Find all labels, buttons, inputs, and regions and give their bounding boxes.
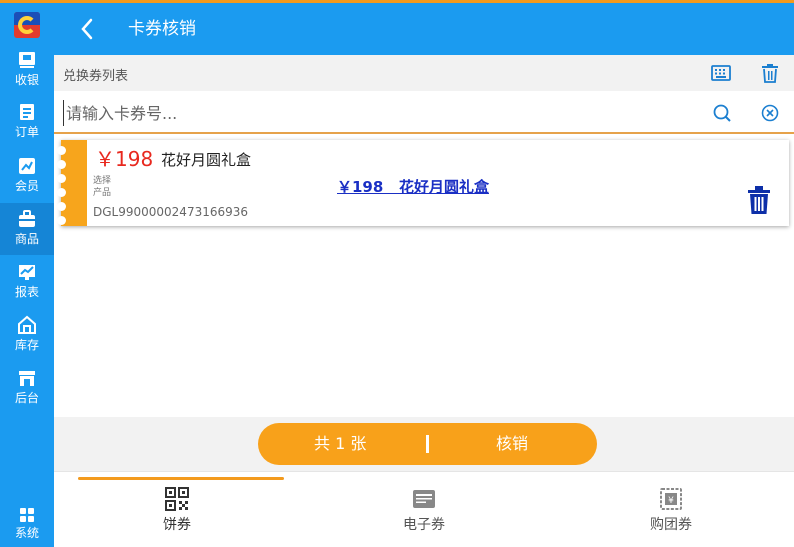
sidebar-item-goods[interactable]: 商品 — [0, 203, 54, 255]
sidebar-item-label: 订单 — [14, 125, 39, 139]
card-icon — [413, 490, 435, 508]
qrcode-icon — [165, 487, 189, 511]
bottom-tab-bar: 饼券 电子券 ¥ 购团券 — [54, 471, 794, 547]
tab-label: 饼券 — [163, 517, 191, 533]
search-icon[interactable] — [711, 102, 733, 124]
sidebar-item-backstage[interactable]: 后台 — [0, 362, 54, 414]
backstage-icon — [19, 371, 35, 386]
tab-group-coupon[interactable]: ¥ 购团券 — [548, 472, 794, 547]
sidebar-item-label: 系统 — [14, 526, 39, 540]
member-icon — [19, 158, 35, 174]
tab-e-coupon[interactable]: 电子券 — [301, 472, 547, 547]
page-title: 卡券核销 — [128, 19, 196, 39]
coupon-stripe — [57, 140, 87, 226]
delete-coupon-icon[interactable] — [745, 184, 773, 216]
list-title: 兑换券列表 — [63, 69, 129, 84]
sidebar-item-reports[interactable]: 报表 — [0, 256, 54, 308]
cashier-icon — [19, 52, 35, 68]
svg-text:¥: ¥ — [668, 496, 674, 506]
coupon-list-header: 兑换券列表 — [54, 55, 794, 91]
coupon-search-input[interactable] — [63, 100, 663, 126]
sidebar: 收银 订单 会员 商品 报表 库存 后台 系统 — [0, 0, 54, 547]
sidebar-item-members[interactable]: 会员 — [0, 150, 54, 202]
trash-icon[interactable] — [759, 62, 781, 84]
tab-label: 购团券 — [650, 517, 692, 533]
search-row — [54, 91, 794, 134]
order-icon — [20, 104, 34, 120]
top-accent-border — [0, 0, 794, 3]
sidebar-item-label: 后台 — [14, 391, 39, 405]
report-icon — [19, 265, 35, 280]
tab-label: 电子券 — [403, 517, 445, 533]
coupon-count: 共 1 张 — [314, 434, 367, 453]
action-area: 共 1 张 核销 — [54, 417, 794, 471]
coupon-code: DGL99000002473166936 — [93, 205, 249, 219]
back-arrow-icon[interactable] — [74, 15, 102, 43]
app-logo — [14, 12, 40, 38]
keyboard-icon[interactable] — [710, 62, 732, 84]
header-bar: 卡券核销 — [54, 3, 794, 55]
coupon-product-link[interactable]: ￥198 花好月圆礼盒 — [337, 176, 489, 198]
system-grid-icon — [20, 508, 34, 522]
group-ticket-icon: ¥ — [660, 488, 682, 510]
coupon-select-label: 选择 — [93, 176, 112, 186]
verify-action-button[interactable]: 共 1 张 核销 — [258, 423, 597, 465]
sidebar-item-system[interactable]: 系统 — [0, 501, 54, 547]
sidebar-item-label: 库存 — [14, 338, 39, 352]
coupon-price: ￥198 — [95, 147, 154, 171]
sidebar-item-label: 收银 — [14, 73, 39, 87]
coupon-list: ￥198 花好月圆礼盒 选择 产品 DGL99000002473166936 ￥… — [54, 134, 794, 417]
coupon-card[interactable]: ￥198 花好月圆礼盒 选择 产品 DGL99000002473166936 ￥… — [57, 140, 789, 226]
verify-label: 核销 — [496, 434, 529, 453]
sidebar-item-orders[interactable]: 订单 — [0, 96, 54, 148]
tab-cake-coupon[interactable]: 饼券 — [54, 472, 300, 547]
sidebar-item-cashier[interactable]: 收银 — [0, 44, 54, 96]
clear-circle-icon[interactable] — [759, 102, 781, 124]
sidebar-item-label: 会员 — [14, 179, 39, 193]
sidebar-item-label: 报表 — [14, 285, 39, 299]
sidebar-item-label: 商品 — [14, 232, 39, 246]
coupon-name: 花好月圆礼盒 — [161, 151, 252, 169]
coupon-type-label: 产品 — [93, 188, 112, 198]
goods-icon — [19, 210, 35, 227]
sidebar-item-stock[interactable]: 库存 — [0, 309, 54, 361]
stock-icon — [18, 315, 36, 334]
pill-divider — [426, 435, 429, 453]
